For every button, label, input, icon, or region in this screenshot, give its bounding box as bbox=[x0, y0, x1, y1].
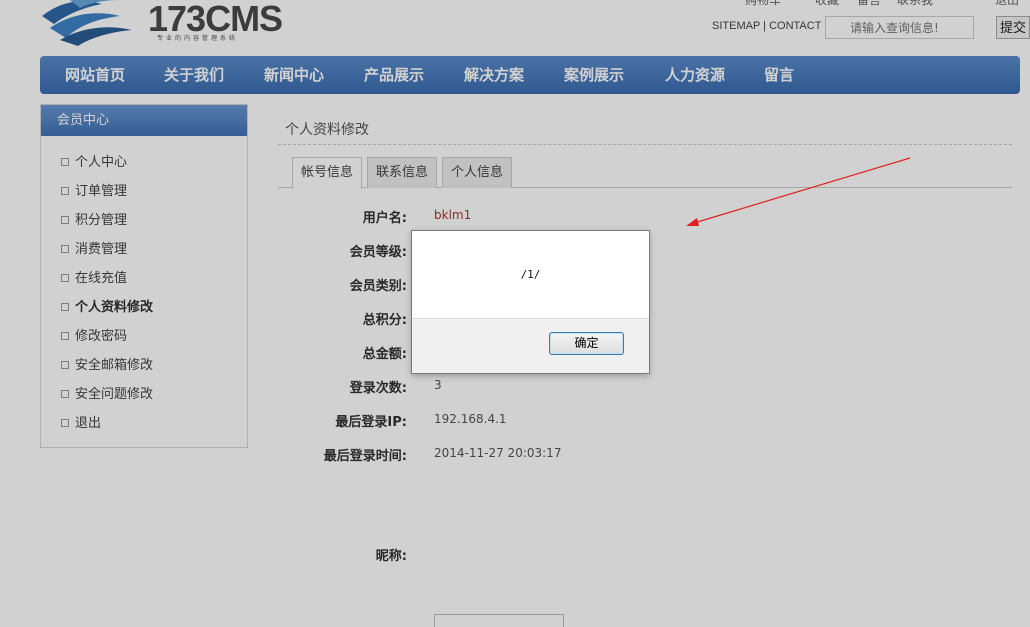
alert-footer: 确定 bbox=[412, 318, 649, 373]
alert-ok-button[interactable]: 确定 bbox=[549, 332, 624, 355]
alert-dialog: /1/ 确定 bbox=[411, 230, 650, 374]
alert-message: /1/ bbox=[520, 268, 541, 281]
